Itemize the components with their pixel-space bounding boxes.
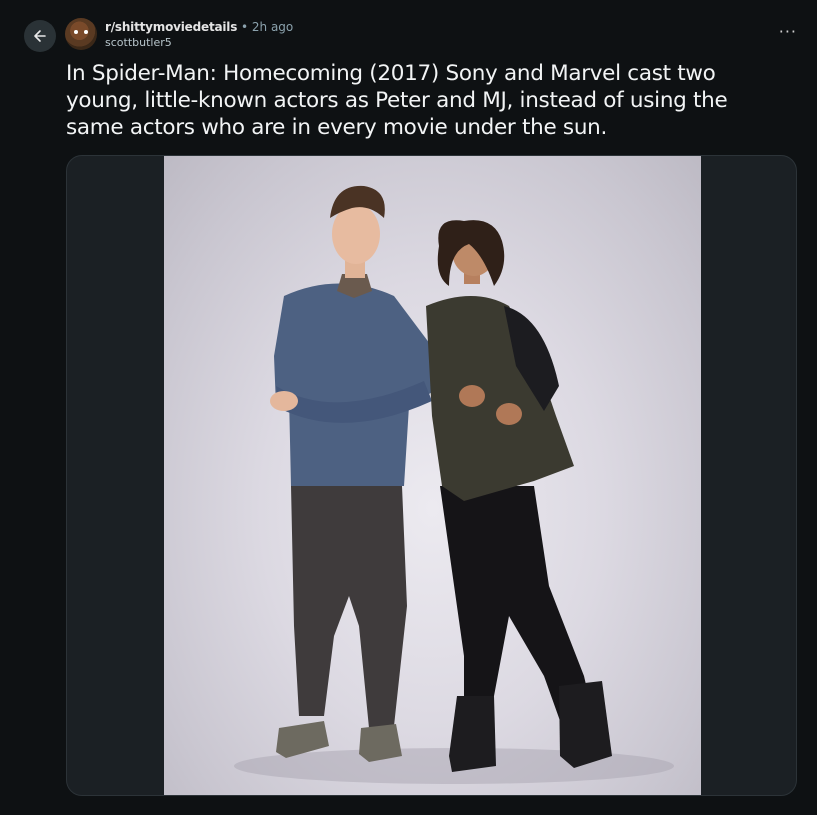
more-horizontal-icon: ··· [778,22,797,41]
post-time: 2h ago [251,20,294,34]
meta-separator: • [240,20,249,34]
arrow-left-icon [34,30,46,42]
subreddit-avatar[interactable] [65,18,97,50]
author-link[interactable]: scottbutler5 [105,36,172,50]
post-image[interactable] [164,156,701,795]
photo-illustration [234,185,674,784]
back-button[interactable] [24,20,56,52]
more-options-button[interactable]: ··· [779,24,797,40]
post-title: In Spider-Man: Homecoming (2017) Sony an… [66,61,728,140]
post-meta: r/shittymoviedetails • 2h ago [105,20,293,35]
subreddit-link[interactable]: r/shittymoviedetails [105,20,237,34]
post-media [66,155,797,796]
